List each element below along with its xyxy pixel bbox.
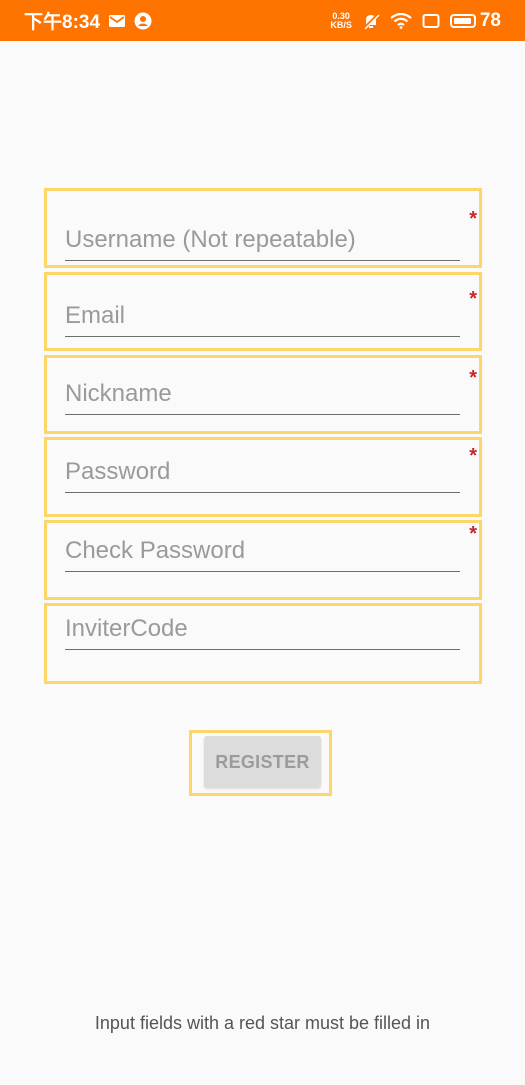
required-star: * [469,288,477,310]
username-input[interactable] [65,223,460,261]
network-speed-unit: KB/S [330,19,352,30]
username-field: * [44,188,482,268]
nickname-input[interactable] [65,377,460,415]
register-button-frame: REGISTER [189,730,332,796]
wifi-icon [390,12,412,29]
inviter-code-input[interactable] [65,612,460,650]
password-field: * [44,437,482,517]
email-field: * [44,272,482,351]
screen-icon [422,13,440,29]
required-star: * [469,367,477,389]
required-fields-note: Input fields with a red star must be fil… [94,1013,431,1033]
register-button[interactable]: REGISTER [204,736,321,788]
network-speed: 0.30 KB/S [330,11,352,30]
check-password-field: * [44,520,482,600]
status-time: 下午8:34 [24,12,101,33]
required-star: * [469,445,477,467]
email-input[interactable] [65,299,460,337]
password-input[interactable] [65,455,460,493]
battery-icon: 78 [449,9,501,32]
mail-icon [108,14,126,28]
required-star: * [469,208,477,230]
account-icon [134,12,152,30]
mute-icon [362,12,380,30]
status-bar-left: 下午8:34 [24,7,152,34]
required-star: * [469,523,477,545]
inviter-code-field [44,603,482,684]
status-bar: 下午8:34 0.30 KB/S 78 [0,0,525,41]
status-bar-right: 0.30 KB/S 78 [330,10,501,32]
nickname-field: * [44,355,482,434]
check-password-input[interactable] [65,534,460,572]
battery-level: 78 [479,9,501,31]
